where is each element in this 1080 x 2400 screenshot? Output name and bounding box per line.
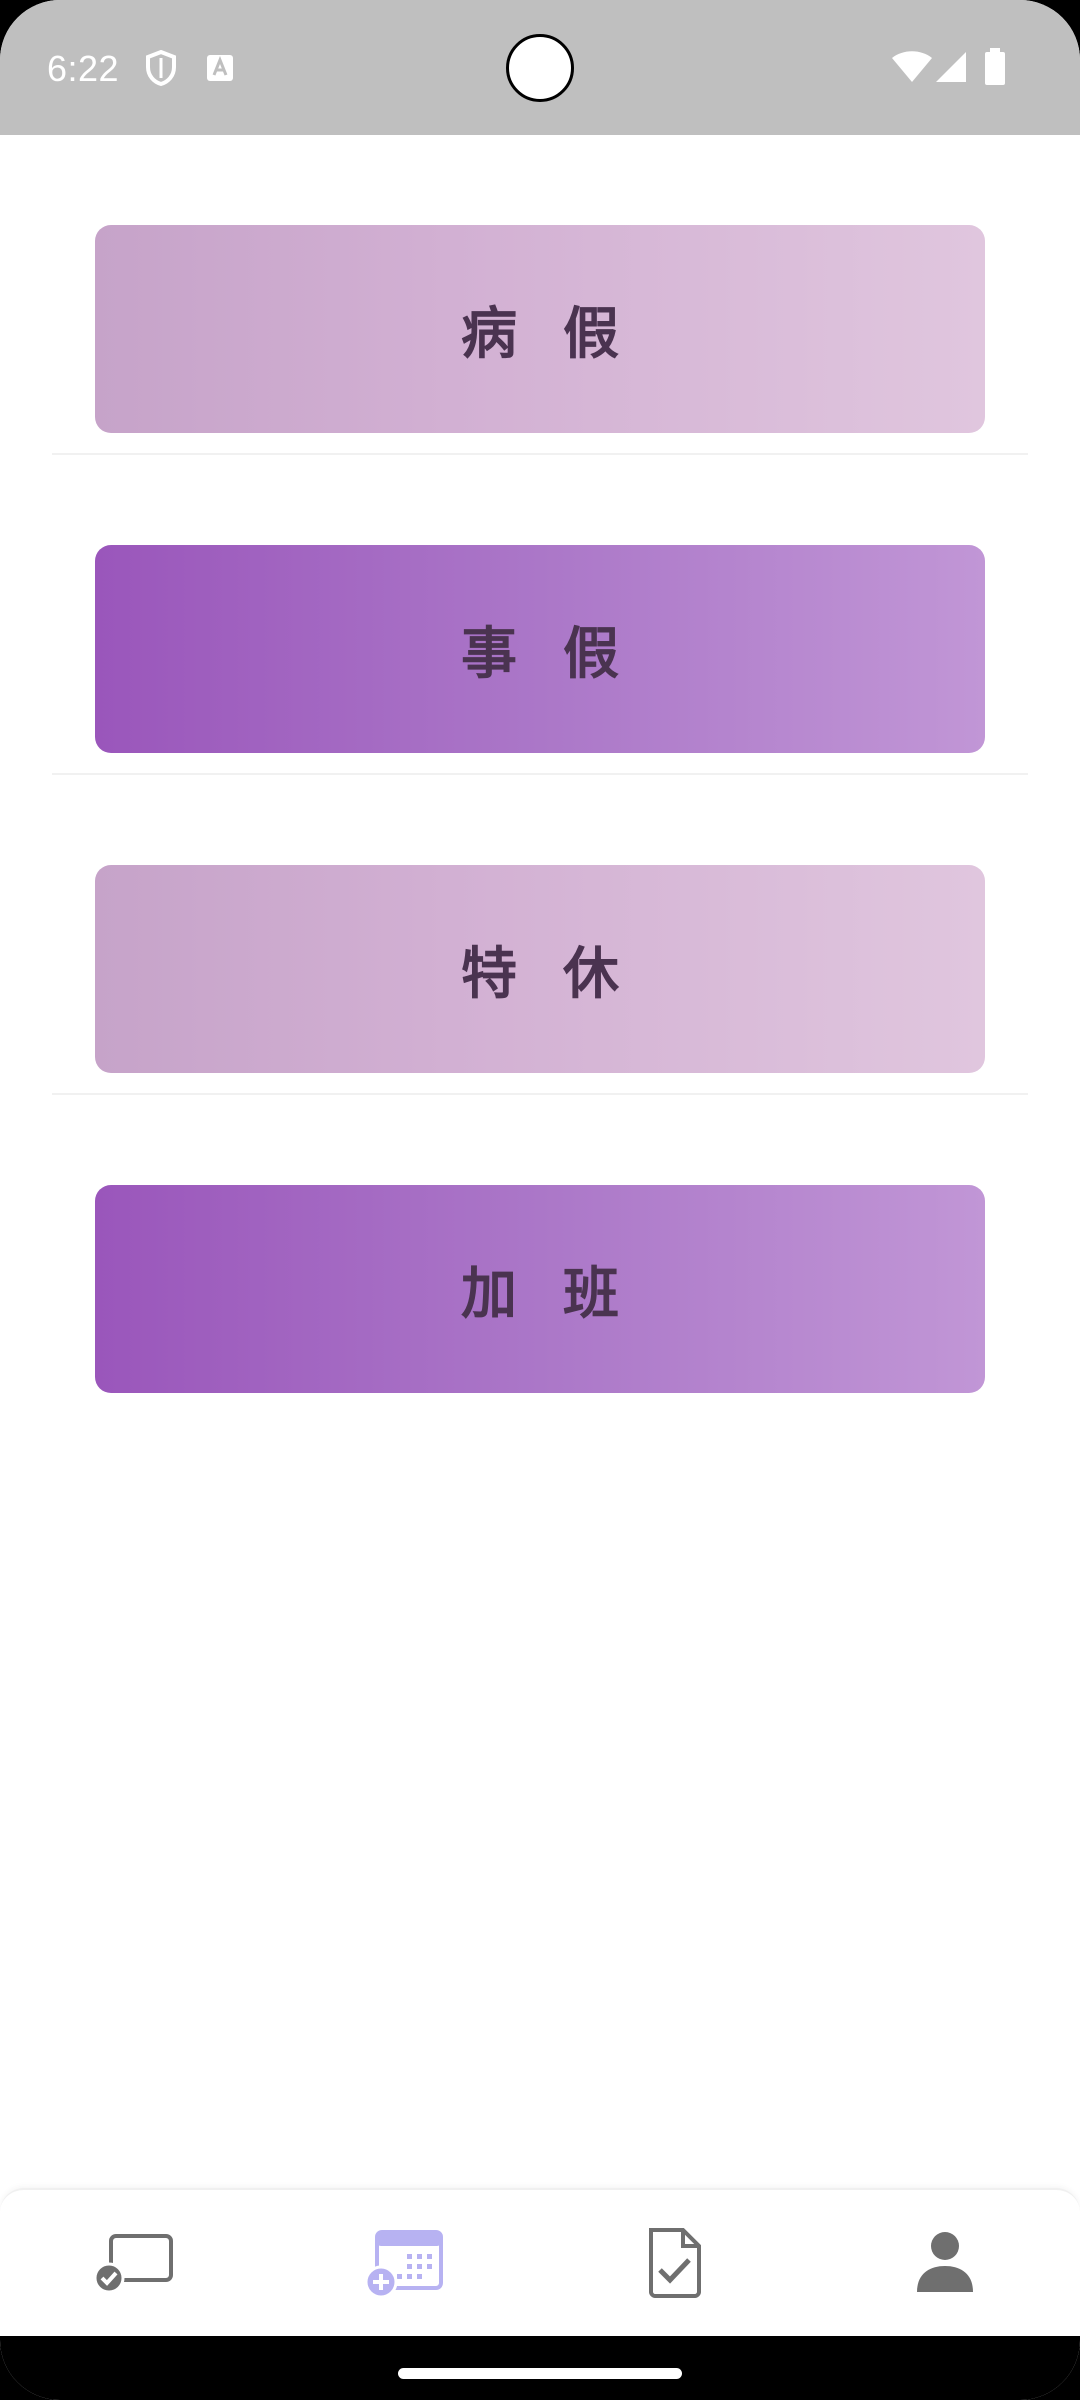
signal-icon <box>934 50 968 88</box>
list-item: 病假 <box>52 135 1028 455</box>
nav-item-apply-leave[interactable] <box>270 2190 540 2338</box>
list-item: 事假 <box>52 455 1028 775</box>
sick-leave-button[interactable]: 病假 <box>95 225 985 433</box>
camera-cutout <box>506 34 574 102</box>
nav-item-checkin[interactable] <box>0 2190 270 2338</box>
annual-leave-button[interactable]: 特休 <box>95 865 985 1073</box>
status-bar: 6:22 <box>0 0 1080 135</box>
text-a-icon <box>206 54 234 86</box>
home-gesture-handle[interactable] <box>398 2368 682 2379</box>
system-gesture-bar <box>0 2336 1080 2400</box>
list-item: 特休 <box>52 775 1028 1095</box>
status-time: 6:22 <box>47 48 120 89</box>
leave-label: 加班 <box>461 1261 665 1327</box>
shield-icon <box>145 49 177 90</box>
overtime-button[interactable]: 加班 <box>95 1185 985 1393</box>
wifi-icon <box>890 50 934 88</box>
bottom-nav <box>0 2188 1080 2338</box>
calendar-add-icon <box>363 2226 447 2302</box>
leave-label: 病假 <box>461 301 665 367</box>
document-check-icon <box>645 2226 705 2302</box>
leave-label: 事假 <box>461 621 665 687</box>
person-icon <box>913 2230 977 2298</box>
cast-check-icon <box>93 2230 177 2298</box>
leave-label: 特休 <box>461 941 665 1007</box>
list-item: 加班 <box>52 1095 1028 1415</box>
battery-icon <box>984 48 1006 90</box>
nav-item-approval[interactable] <box>540 2190 810 2338</box>
personal-leave-button[interactable]: 事假 <box>95 545 985 753</box>
app-screen: 6:22 病假 事假 特休 加班 <box>0 0 1080 2400</box>
nav-item-profile[interactable] <box>810 2190 1080 2338</box>
